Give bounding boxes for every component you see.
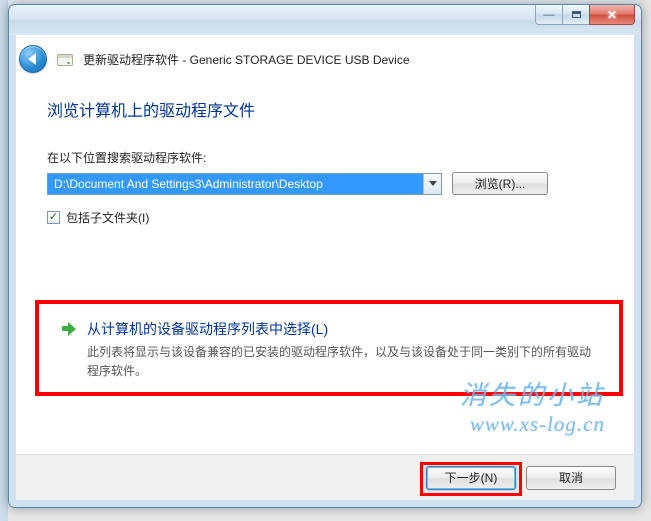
include-subfolders-label: 包括子文件夹(I) [66, 209, 149, 226]
wizard-title: 更新驱动程序软件 - Generic STORAGE DEVICE USB De… [83, 51, 410, 68]
go-arrow-icon [61, 321, 77, 337]
close-button[interactable]: ✕ [589, 5, 635, 25]
maximize-button[interactable] [562, 5, 590, 25]
path-combobox[interactable]: D:\Document And Settings3\Administrator\… [47, 173, 442, 195]
pick-from-list-option[interactable]: 从计算机的设备驱动程序列表中选择(L) 此列表将显示与该设备兼容的已安装的驱动程… [61, 319, 601, 380]
titlebar[interactable]: — ✕ [9, 5, 641, 35]
back-button[interactable] [19, 45, 47, 73]
include-subfolders-checkbox[interactable]: ✓ [47, 211, 60, 224]
cancel-button[interactable]: 取消 [526, 466, 616, 490]
footer: 下一步(N) 取消 [16, 454, 634, 500]
drive-icon [57, 54, 73, 66]
path-dropdown-button[interactable] [423, 174, 441, 194]
search-location-label: 在以下位置搜索驱动程序软件: [47, 149, 603, 166]
wizard-title-prefix: 更新驱动程序软件 - [83, 53, 190, 67]
browse-button[interactable]: 浏览(R)... [452, 172, 548, 195]
minimize-icon: — [544, 9, 555, 21]
page-heading: 浏览计算机上的驱动程序文件 [47, 97, 603, 121]
window-controls: — ✕ [536, 5, 635, 25]
driver-update-dialog: — ✕ 更新驱动程序软件 - Generic STORAGE DEVICE US… [8, 4, 642, 508]
wizard-device-name: Generic STORAGE DEVICE USB Device [190, 53, 410, 67]
minimize-button[interactable]: — [535, 5, 563, 25]
pick-from-list-description: 此列表将显示与该设备兼容的已安装的驱动程序软件，以及与该设备处于同一类别下的所有… [87, 343, 597, 380]
path-value[interactable]: D:\Document And Settings3\Administrator\… [48, 174, 423, 194]
header-row: 更新驱动程序软件 - Generic STORAGE DEVICE USB De… [19, 45, 410, 73]
annotation-highlight-next [420, 462, 522, 496]
check-icon: ✓ [49, 212, 58, 223]
back-arrow-icon [28, 53, 36, 65]
maximize-icon [572, 11, 581, 18]
chevron-down-icon [429, 181, 437, 186]
parent-window-edge [0, 0, 8, 521]
pick-from-list-title: 从计算机的设备驱动程序列表中选择(L) [87, 319, 328, 339]
close-icon: ✕ [607, 8, 617, 22]
